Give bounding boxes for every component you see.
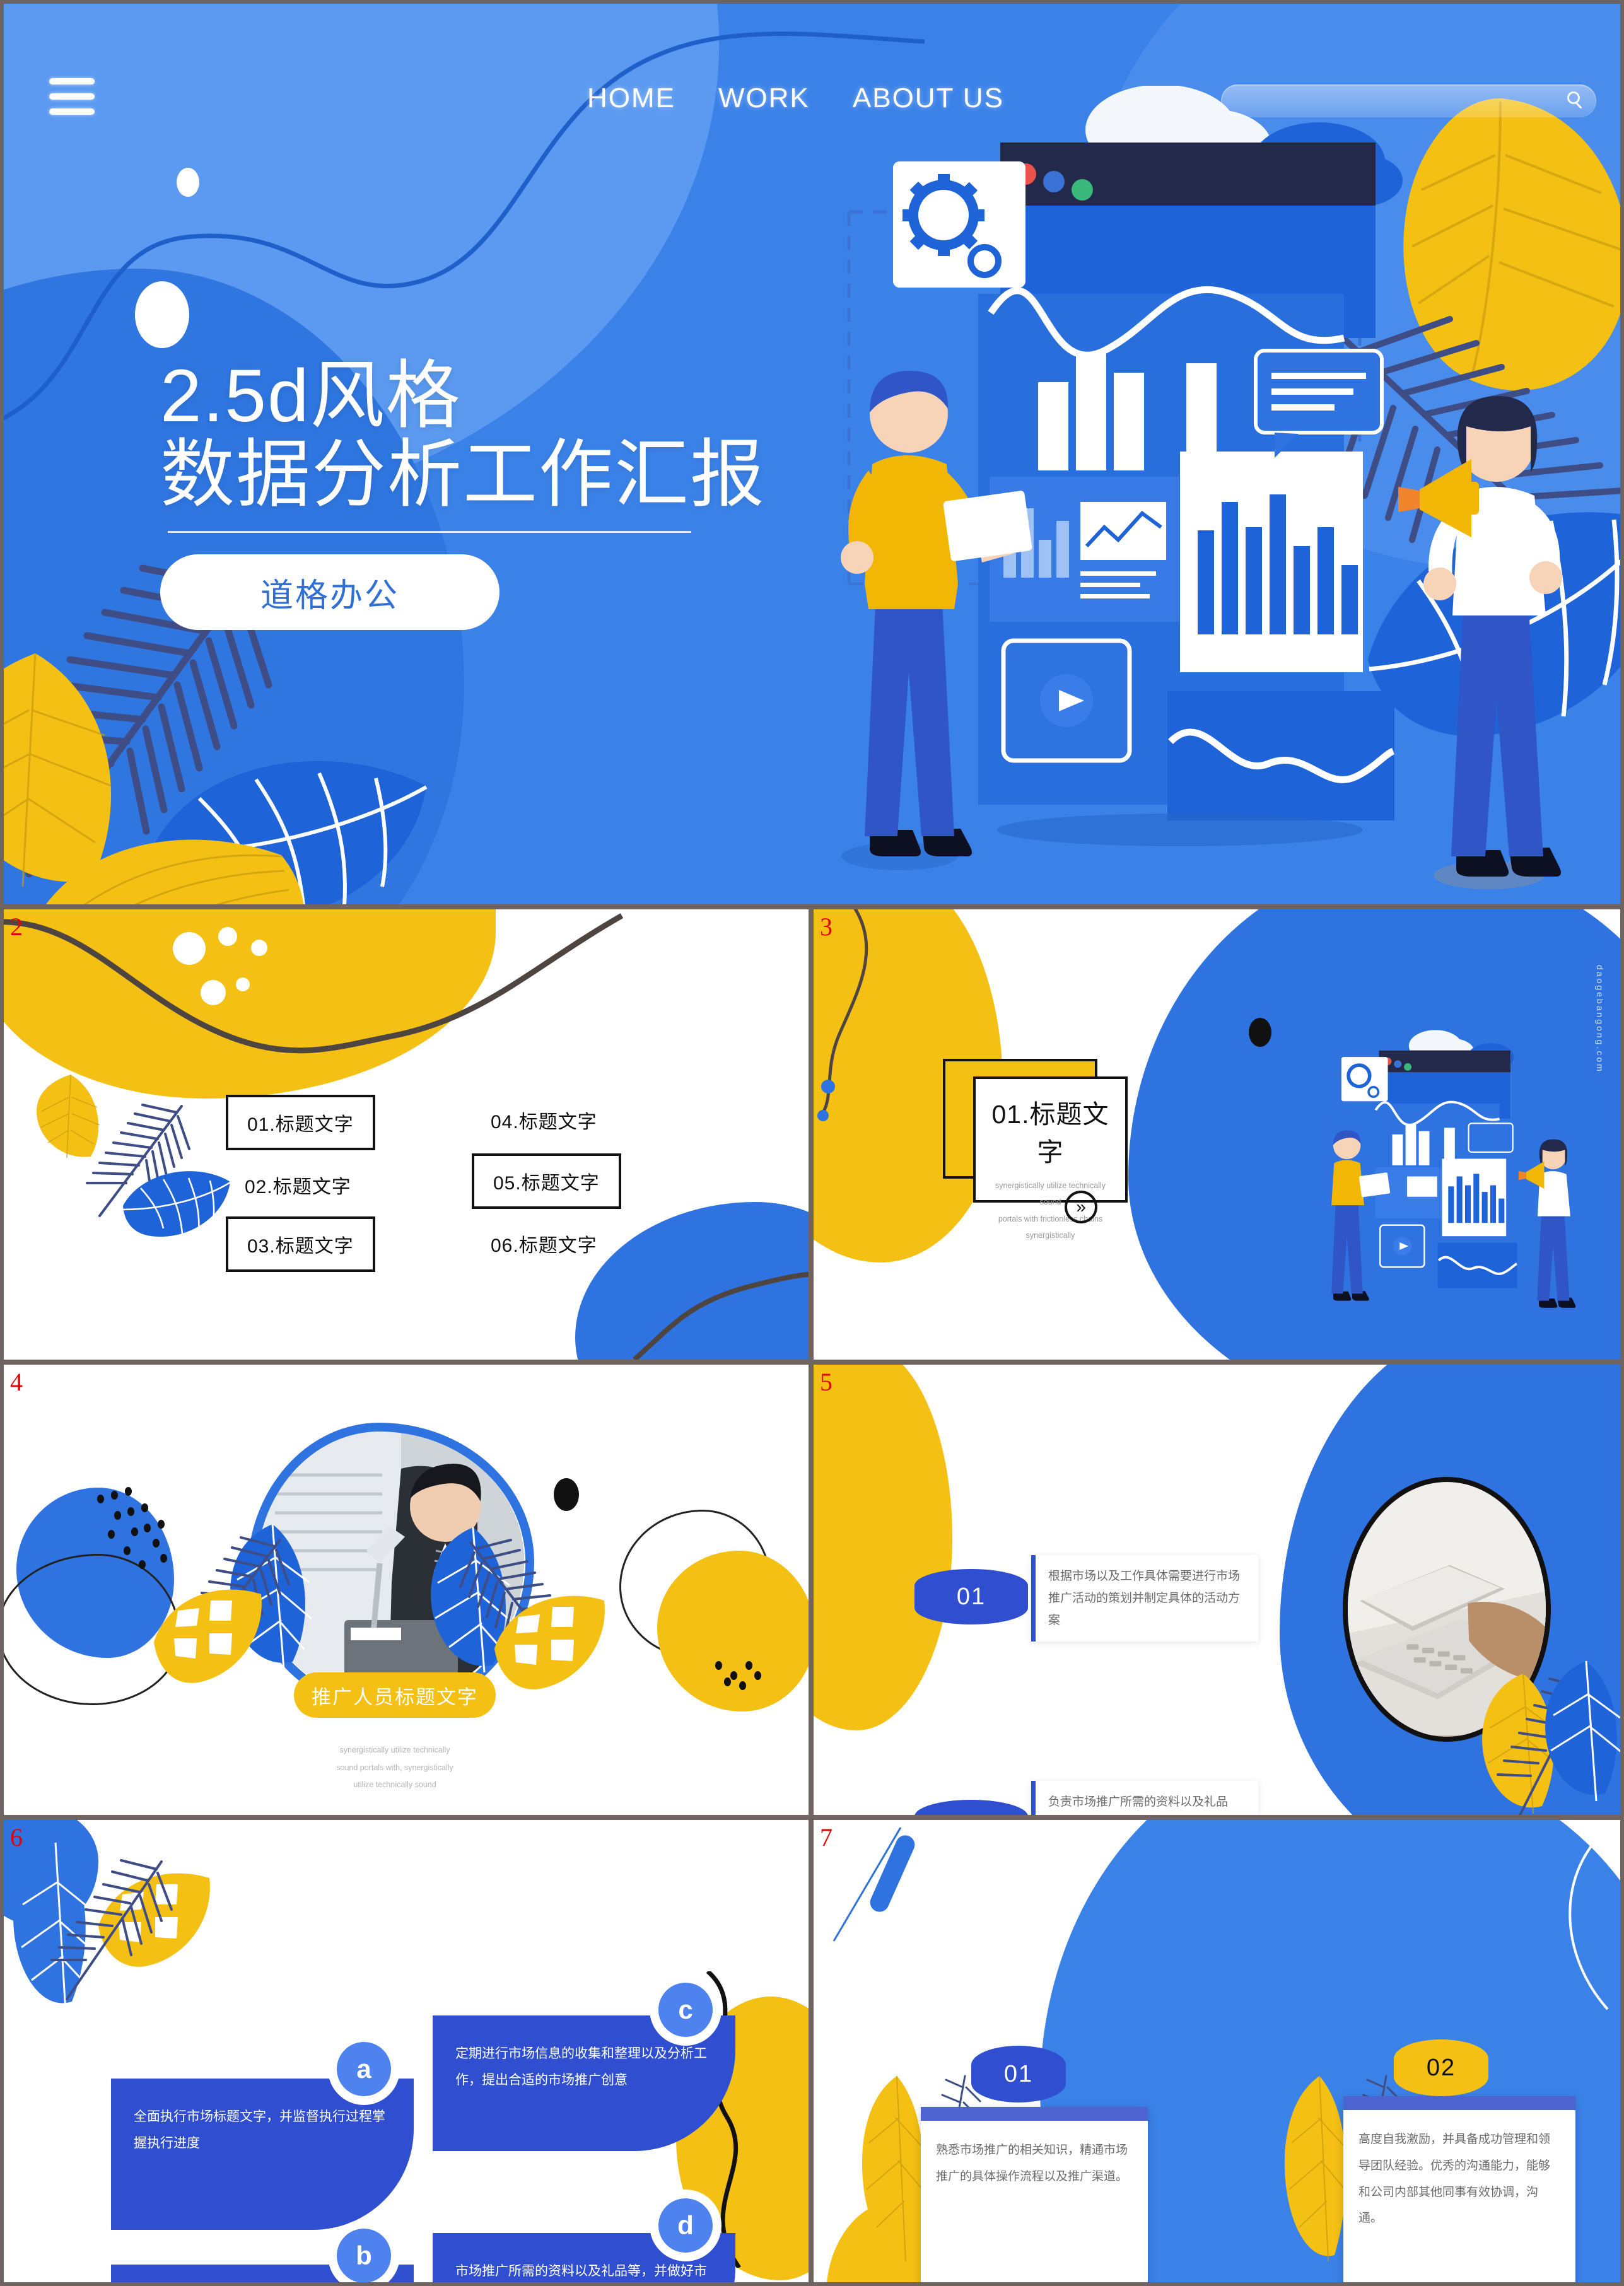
page-title: 2.5d风格 数据分析工作汇报 <box>160 354 766 517</box>
profile-caption-pill: 推广人员标题文字 <box>294 1672 496 1718</box>
nav-item-home[interactable]: HOME <box>587 83 675 114</box>
title-line-1: 2.5d风格 <box>160 354 462 438</box>
leaf-blue-icon <box>122 1171 231 1237</box>
cover-dot-small <box>177 168 199 197</box>
title-divider <box>168 531 691 534</box>
yellow-blob-left <box>814 1365 952 1730</box>
yellow-blob-right <box>657 1551 809 1712</box>
slide-number: 2 <box>10 913 23 941</box>
task-badge-c: c <box>658 1983 713 2037</box>
skill-card-02: 高度自我激励，并具备成功管理和领导团队经验。优秀的沟通能力，能够和公司内部其他同… <box>1343 2096 1575 2282</box>
search-input[interactable] <box>1221 85 1596 117</box>
leaf-yellow-bottom-icon <box>45 839 304 904</box>
agenda-item-02[interactable]: 02.标题文字 <box>226 1160 370 1210</box>
cover-topbar: HOME WORK ABOUT US <box>4 4 1620 161</box>
skill-card-01-header <box>921 2107 1148 2121</box>
skill-card-02-header <box>1343 2096 1575 2110</box>
title-line-2: 数据分析工作汇报 <box>160 433 766 517</box>
slide-deck: HOME WORK ABOUT US 2.5d风格 数据分析工作汇报 道格办公 <box>0 0 1624 2286</box>
task-card-c-text: 定期进行市场信息的收集和整理以及分析工作，提出合适的市场推广创意 <box>455 2046 707 2087</box>
step-text-02: 负责市场推广所需的资料以及礼品等，并做好市场推广的活动预算，控制活动成本 <box>1031 1781 1258 1815</box>
agenda-item-01[interactable]: 01.标题文字 <box>226 1095 375 1150</box>
agenda-item-03[interactable]: 03.标题文字 <box>226 1216 375 1272</box>
black-dot-large <box>1249 1018 1271 1047</box>
data-analytics-illustration-small <box>1325 1030 1576 1308</box>
task-badge-d: d <box>658 2198 713 2253</box>
main-nav: HOME WORK ABOUT US <box>587 83 1004 114</box>
task-card-a: 全面执行市场标题文字，并监督执行过程掌握执行进度 <box>111 2079 414 2230</box>
slide-7-skills: 7 01 熟悉市场推广的相关知识，精通市场推广的具体操作流程以及推广渠道。 02… <box>814 1820 1620 2282</box>
yellow-wave-shape <box>4 909 496 1099</box>
slide-3-section: 3 01.标题文字 synergistically utilize techni… <box>814 909 1620 1360</box>
section-card-title: 01.标题文字 <box>991 1100 1109 1167</box>
agenda-item-05[interactable]: 05.标题文字 <box>472 1153 621 1209</box>
slide-4-profile: 4 推广人员标题文字 synergistically utilize techn… <box>4 1365 809 1815</box>
slide-2-agenda: 2 01.标题文字 02.标题文字 03.标题文字 04.标题文字 05.标题文… <box>4 909 809 1360</box>
cover-dot-large <box>135 281 189 348</box>
brand-button[interactable]: 道格办公 <box>160 554 499 631</box>
hamburger-bar <box>49 78 95 85</box>
slide-6-tasks: 6 全面执行市场标题文字，并监督执行过程掌握执行进度 a b 定期进行市场信息的… <box>4 1820 809 2282</box>
slide-number: 4 <box>10 1368 23 1396</box>
search-icon <box>1567 91 1580 104</box>
agenda-item-06[interactable]: 06.标题文字 <box>472 1218 616 1269</box>
step-badge-01: 01 <box>914 1569 1028 1624</box>
skill-badge-01: 01 <box>971 2046 1066 2102</box>
leaf-yellow-monstera-right-icon <box>494 1595 605 1689</box>
palm-leaf-dark-icon <box>50 1859 173 2000</box>
slide-number: 3 <box>820 913 832 941</box>
data-analytics-illustration <box>841 86 1562 889</box>
step-text-01: 根据市场以及工作具体需要进行市场推广活动的策划并制定具体的活动方案 <box>1031 1555 1258 1642</box>
skill-badge-02: 02 <box>1394 2039 1488 2096</box>
task-badge-a: a <box>337 2042 391 2096</box>
skill-card-01-text: 熟悉市场推广的相关知识，精通市场推广的具体操作流程以及推广渠道。 <box>936 2143 1128 2183</box>
task-card-a-text: 全面执行市场标题文字，并监督执行过程掌握执行进度 <box>134 2109 385 2150</box>
step-badge-02: 02 <box>914 1800 1028 1815</box>
agenda-item-04[interactable]: 04.标题文字 <box>472 1095 616 1145</box>
slide-number: 5 <box>820 1368 832 1396</box>
skill-card-02-text: 高度自我激励，并具备成功管理和领导团队经验。优秀的沟通能力，能够和公司内部其他同… <box>1358 2133 1551 2225</box>
task-card-d-text: 市场推广所需的资料以及礼品等，并做好市场推广的活动预算 <box>455 2264 707 2278</box>
hamburger-icon[interactable] <box>49 78 95 115</box>
slide-5-responsibilities: 5 01 根据市场以及工作具体需要进行市场推广活动的策划并制定具体的活动方案 负… <box>814 1365 1620 1815</box>
nav-item-work[interactable]: WORK <box>718 83 810 114</box>
leaf-yellow-monstera-icon <box>154 1589 262 1683</box>
slide-number: 6 <box>10 1823 23 1852</box>
section-card: 01.标题文字 synergistically utilize technica… <box>973 1076 1128 1240</box>
black-dot-large <box>554 1478 579 1511</box>
watermark-text: daogebangong.com <box>1595 965 1605 1073</box>
thin-blue-line <box>832 1827 902 1942</box>
profile-caption-sub: synergistically utilize technically soun… <box>336 1746 453 1789</box>
blue-dot <box>817 1110 829 1121</box>
cover-hero: 2.5d风格 数据分析工作汇报 道格办公 <box>160 354 766 631</box>
white-arc-line <box>1569 1826 1610 2010</box>
task-badge-b: b <box>337 2229 391 2282</box>
slide-1-cover: HOME WORK ABOUT US 2.5d风格 数据分析工作汇报 道格办公 <box>4 4 1620 904</box>
slide-number: 7 <box>820 1823 832 1852</box>
blue-dot <box>821 1080 835 1093</box>
nav-item-about-us[interactable]: ABOUT US <box>853 83 1004 114</box>
leaf-blue-icon <box>1545 1660 1620 1802</box>
hamburger-bar <box>49 108 95 115</box>
hamburger-bar <box>49 93 95 100</box>
skill-card-01: 熟悉市场推广的相关知识，精通市场推广的具体操作流程以及推广渠道。 <box>921 2107 1148 2282</box>
next-button[interactable]: » <box>1065 1191 1097 1223</box>
